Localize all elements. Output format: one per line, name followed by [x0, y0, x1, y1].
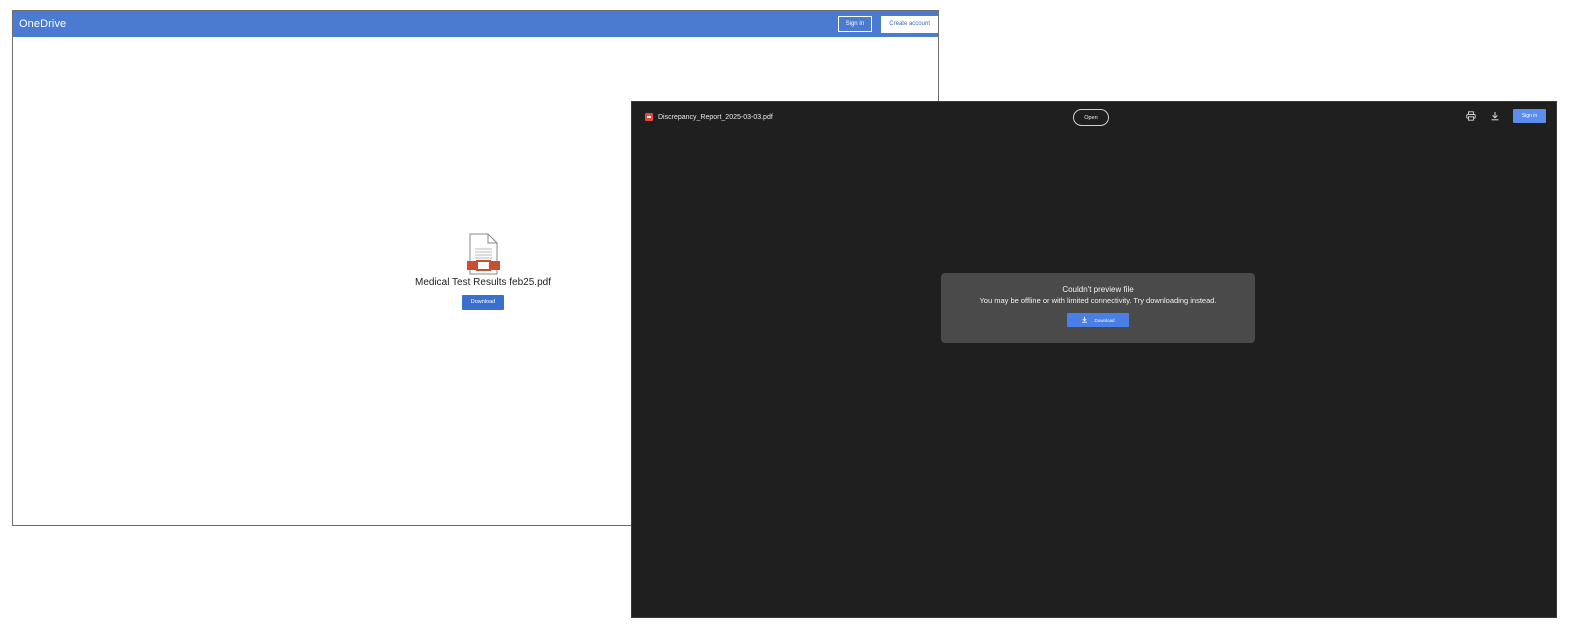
document-icon	[466, 233, 500, 275]
viewer-toolbar: Discrepancy_Report_2025-03-03.pdf Open S…	[632, 102, 1556, 132]
shared-file-block: Medical Test Results feb25.pdf Download	[403, 233, 563, 310]
pdf-viewer-window: Discrepancy_Report_2025-03-03.pdf Open S…	[631, 101, 1557, 618]
dialog-title: Couldn't preview file	[1062, 285, 1134, 294]
download-button[interactable]: Download	[461, 295, 505, 310]
create-account-button[interactable]: Create account	[881, 15, 938, 33]
open-button[interactable]: Open	[1073, 109, 1109, 126]
viewer-file-name: Discrepancy_Report_2025-03-03.pdf	[658, 113, 773, 121]
preview-error-dialog: Couldn't preview file You may be offline…	[941, 273, 1255, 343]
onedrive-brand[interactable]: OneDrive	[19, 18, 66, 30]
dialog-download-label: Download	[1094, 317, 1115, 323]
sign-in-button[interactable]: Sign In	[837, 16, 873, 32]
dialog-download-button[interactable]: Download	[1067, 313, 1129, 327]
download-icon	[1081, 316, 1088, 324]
onedrive-header-actions: Sign In Create account	[837, 15, 938, 33]
file-name[interactable]: Medical Test Results feb25.pdf	[403, 277, 563, 288]
viewer-toolbar-actions: Sign in	[1465, 109, 1546, 123]
viewer-sign-in-button[interactable]: Sign in	[1513, 109, 1546, 123]
onedrive-header: OneDrive Sign In Create account	[13, 11, 938, 37]
print-icon[interactable]	[1465, 110, 1477, 122]
pdf-icon	[645, 113, 653, 121]
dialog-message: You may be offline or with limited conne…	[979, 296, 1217, 305]
screenshot-stage: OneDrive Sign In Create account Medical …	[0, 0, 1578, 636]
download-icon[interactable]	[1489, 110, 1501, 122]
